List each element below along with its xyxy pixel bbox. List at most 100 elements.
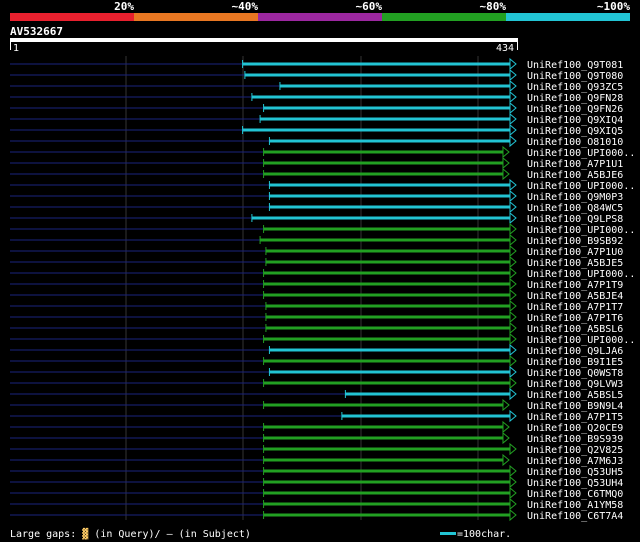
query-id[interactable]: AV532667 (10, 25, 63, 38)
hit-row[interactable]: UniRef100_Q9XIQ4 (10, 112, 623, 126)
hit-bar[interactable] (263, 436, 503, 440)
hit-bar[interactable] (263, 293, 510, 297)
hit-row[interactable]: UniRef100_Q9FN26 (10, 101, 623, 115)
hit-row[interactable]: UniRef100_Q9LJA6 (10, 343, 623, 357)
hit-row[interactable]: UniRef100_A7P1T9 (10, 277, 623, 291)
hit-row[interactable]: UniRef100_A5BSL6 (10, 321, 623, 335)
hit-label[interactable]: UniRef100_A7P1T9 (527, 280, 623, 291)
hit-row[interactable]: UniRef100_A5BJE6 (10, 167, 623, 181)
hit-label[interactable]: UniRef100_UPI000.. (527, 148, 635, 159)
hit-row[interactable]: UniRef100_Q9T080 (10, 68, 623, 82)
hit-label[interactable]: UniRef100_Q20CE9 (527, 423, 623, 434)
hit-bar[interactable] (265, 260, 510, 264)
hit-row[interactable]: UniRef100_Q53UH5 (10, 464, 623, 478)
hit-label[interactable]: UniRef100_UPI000.. (527, 225, 635, 236)
hit-row[interactable]: UniRef100_A7M6J3 (10, 453, 623, 467)
hit-label[interactable]: UniRef100_A7P1U0 (527, 247, 623, 258)
hit-label[interactable]: UniRef100_Q2V825 (527, 445, 623, 456)
hit-label[interactable]: UniRef100_A7M6J3 (527, 456, 623, 467)
hit-bar[interactable] (263, 480, 510, 484)
hit-row[interactable]: UniRef100_Q93ZC5 (10, 79, 623, 93)
hit-row[interactable]: UniRef100_B9I1E5 (10, 354, 623, 368)
hit-bar[interactable] (265, 249, 510, 253)
hit-row[interactable]: UniRef100_Q20CE9 (10, 420, 623, 434)
hit-bar[interactable] (269, 139, 510, 143)
hit-label[interactable]: UniRef100_Q9FN28 (527, 93, 623, 104)
hit-bar[interactable] (263, 172, 503, 176)
hit-row[interactable]: UniRef100_Q84WC5 (10, 200, 623, 214)
hit-label[interactable]: UniRef100_Q9T081 (527, 60, 623, 71)
hit-row[interactable]: UniRef100_A7P1T7 (10, 299, 623, 313)
hit-row[interactable]: UniRef100_Q9T081 (10, 57, 623, 71)
hit-bar[interactable] (263, 447, 510, 451)
hit-bar[interactable] (263, 161, 503, 165)
hit-label[interactable]: UniRef100_A5BJE6 (527, 170, 623, 181)
hit-bar[interactable] (269, 370, 510, 374)
hit-row[interactable]: UniRef100_Q9LPS8 (10, 211, 623, 225)
hit-bar[interactable] (265, 304, 510, 308)
hit-bar[interactable] (260, 117, 510, 121)
hit-label[interactable]: UniRef100_Q53UH4 (527, 478, 623, 489)
hit-row[interactable]: UniRef100_B9N9L4 (10, 398, 623, 412)
hit-bar[interactable] (263, 227, 510, 231)
hit-label[interactable]: UniRef100_UPI000.. (527, 269, 635, 280)
hit-row[interactable]: UniRef100_A7P1T6 (10, 310, 623, 324)
hit-label[interactable]: UniRef100_Q9LVW3 (527, 379, 623, 390)
hit-label[interactable]: UniRef100_Q9LPS8 (527, 214, 623, 225)
hit-bar[interactable] (242, 62, 510, 66)
hit-row[interactable]: UniRef100_Q9LVW3 (10, 376, 623, 390)
hit-bar[interactable] (265, 326, 510, 330)
hit-row[interactable]: UniRef100_C6T7A4 (10, 508, 623, 522)
hit-bar[interactable] (269, 205, 510, 209)
hit-bar[interactable] (251, 95, 510, 99)
hit-row[interactable]: UniRef100_A5BJE5 (10, 255, 623, 269)
hit-row[interactable]: UniRef100_A7P1U1 (10, 156, 623, 170)
hit-label[interactable]: UniRef100_C6T7A4 (527, 511, 623, 522)
hit-label[interactable]: UniRef100_Q0WST8 (527, 368, 623, 379)
hit-bar[interactable] (263, 337, 510, 341)
hit-row[interactable]: UniRef100_Q53UH4 (10, 475, 623, 489)
hit-bar[interactable] (263, 458, 503, 462)
hit-bar[interactable] (263, 469, 510, 473)
hit-row[interactable]: UniRef100_A7P1T5 (10, 409, 623, 423)
hit-bar[interactable] (260, 238, 510, 242)
hit-label[interactable]: UniRef100_Q9XIQ5 (527, 126, 623, 137)
hit-bar[interactable] (269, 348, 510, 352)
hit-bar[interactable] (263, 403, 503, 407)
hit-bar[interactable] (279, 84, 510, 88)
hit-row[interactable]: UniRef100_A5BSL5 (10, 387, 623, 401)
hit-label[interactable]: UniRef100_A7P1T7 (527, 302, 623, 313)
hit-row[interactable]: UniRef100_Q2V825 (10, 442, 623, 456)
hit-bar[interactable] (263, 491, 510, 495)
hit-label[interactable]: UniRef100_Q9FN26 (527, 104, 623, 115)
hit-row[interactable]: UniRef100_UPI000.. (10, 178, 635, 192)
hit-bar[interactable] (269, 183, 510, 187)
hit-label[interactable]: UniRef100_B9S939 (527, 434, 623, 445)
hit-row[interactable]: UniRef100_UPI000.. (10, 222, 635, 236)
hit-label[interactable]: UniRef100_B9SB92 (527, 236, 623, 247)
hit-label[interactable]: UniRef100_UPI000.. (527, 335, 635, 346)
hit-row[interactable]: UniRef100_Q9XIQ5 (10, 123, 623, 137)
hit-row[interactable]: UniRef100_UPI000.. (10, 266, 635, 280)
hit-row[interactable]: UniRef100_A5BJE4 (10, 288, 623, 302)
hit-label[interactable]: UniRef100_Q53UH5 (527, 467, 623, 478)
hit-label[interactable]: UniRef100_A7P1T6 (527, 313, 623, 324)
hit-row[interactable]: UniRef100_UPI000.. (10, 145, 635, 159)
hit-row[interactable]: UniRef100_A1YM58 (10, 497, 623, 511)
hit-label[interactable]: UniRef100_A1YM58 (527, 500, 623, 511)
hit-label[interactable]: UniRef100_A7P1T5 (527, 412, 623, 423)
hit-row[interactable]: UniRef100_Q9M0P3 (10, 189, 623, 203)
hit-bar[interactable] (263, 425, 503, 429)
hit-label[interactable]: UniRef100_Q9XIQ4 (527, 115, 623, 126)
hit-label[interactable]: UniRef100_A5BJE5 (527, 258, 623, 269)
hit-label[interactable]: UniRef100_C6TMQ0 (527, 489, 623, 500)
hit-bar[interactable] (269, 194, 510, 198)
hit-bar[interactable] (265, 315, 510, 319)
hit-label[interactable]: UniRef100_O81010 (527, 137, 623, 148)
hit-row[interactable]: UniRef100_Q9FN28 (10, 90, 623, 104)
hit-label[interactable]: UniRef100_Q84WC5 (527, 203, 623, 214)
hit-label[interactable]: UniRef100_A7P1U1 (527, 159, 623, 170)
hit-bar[interactable] (242, 128, 510, 132)
hit-label[interactable]: UniRef100_Q9T080 (527, 71, 623, 82)
hit-label[interactable]: UniRef100_UPI000.. (527, 181, 635, 192)
